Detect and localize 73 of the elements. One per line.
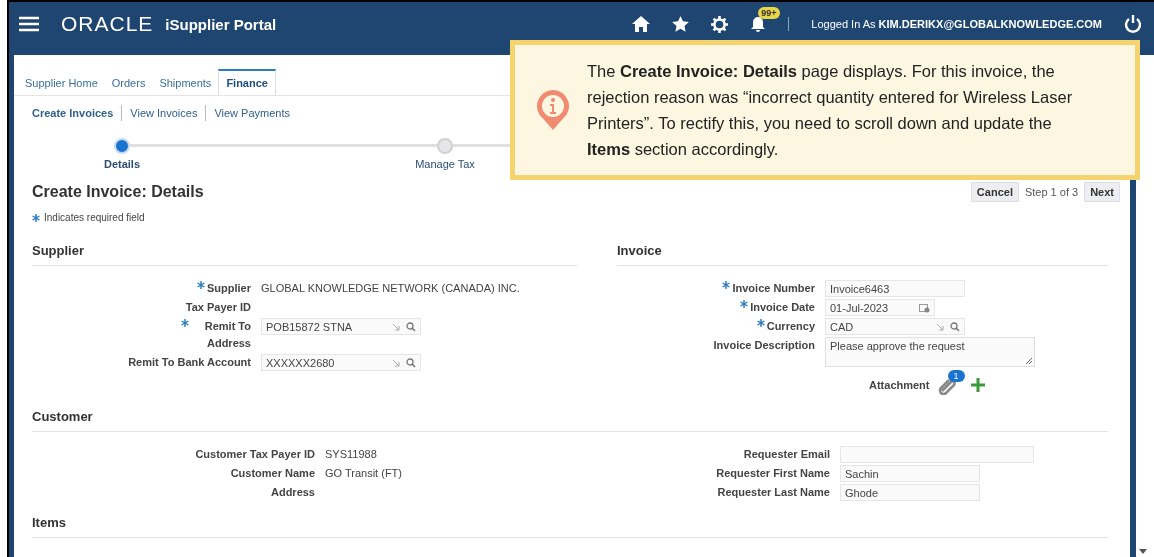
menu-icon[interactable] bbox=[19, 16, 39, 32]
field-label: Currency bbox=[766, 319, 815, 334]
nav-tab[interactable]: Finance bbox=[218, 69, 276, 95]
field-label: Customer Name bbox=[230, 466, 315, 481]
field-label: Supplier bbox=[207, 281, 251, 296]
star-icon[interactable] bbox=[672, 16, 690, 32]
required-note: Indicates required field bbox=[44, 212, 145, 223]
field-value: GO Transit (FT) bbox=[325, 466, 402, 481]
callout-text: The Create Invoice: Details page displays. For this invoice, the rejection reason was “incorrect quantity entered for Wireless Laser Printers”. To rectify this, you need to scroll down and update the Items section accordingly. bbox=[587, 61, 1074, 160]
field-label: Tax Payer ID bbox=[185, 300, 251, 315]
next-button[interactable]: Next bbox=[1084, 182, 1120, 202]
section-heading: Invoice bbox=[617, 243, 1108, 266]
field-label: Invoice Number bbox=[732, 281, 815, 296]
date-field[interactable]: 01-Jul-2023 bbox=[825, 299, 935, 316]
required-icon bbox=[740, 300, 749, 308]
step-dot[interactable] bbox=[437, 138, 453, 154]
app-title: iSupplier Portal bbox=[165, 16, 277, 33]
sub-tab[interactable]: Create Invoices bbox=[24, 107, 122, 119]
sub-tab[interactable]: View Payments bbox=[206, 107, 298, 119]
input-field[interactable]: CAD bbox=[825, 318, 965, 335]
field-label: Address bbox=[270, 485, 315, 500]
input-field[interactable]: Invoice6463 bbox=[825, 280, 965, 297]
input-field[interactable] bbox=[840, 446, 1034, 463]
field-label: Requester Email bbox=[743, 447, 830, 462]
sub-tab[interactable]: View Invoices bbox=[122, 107, 206, 119]
nav-tab[interactable]: Orders bbox=[104, 69, 153, 95]
bell-icon[interactable] bbox=[750, 15, 767, 33]
power-icon[interactable] bbox=[1124, 15, 1142, 33]
search-icon[interactable] bbox=[406, 321, 416, 332]
field-value: SYS11988 bbox=[325, 447, 377, 462]
add-icon[interactable] bbox=[969, 377, 986, 393]
required-icon bbox=[181, 319, 189, 327]
resize-icon[interactable] bbox=[1025, 357, 1032, 364]
info-icon bbox=[535, 88, 571, 132]
page-title: Create Invoice: Details bbox=[32, 183, 204, 201]
step-indicator: Step 1 of 3 bbox=[1024, 186, 1079, 198]
step-label: Manage Tax bbox=[415, 158, 475, 170]
search-icon[interactable] bbox=[406, 357, 416, 368]
section-heading: Supplier bbox=[32, 243, 577, 266]
required-icon bbox=[756, 319, 765, 327]
input-field[interactable]: POB15872 STNA bbox=[261, 318, 421, 335]
field-label: Remit To Bank Account bbox=[128, 355, 251, 370]
logo: ORACLE bbox=[61, 12, 154, 36]
field-label: Attachment bbox=[869, 377, 930, 393]
field-label: Requester Last Name bbox=[717, 485, 830, 500]
field-label: Invoice Date bbox=[750, 300, 815, 315]
attachment-count: 1 bbox=[947, 370, 965, 382]
section-heading: Customer bbox=[32, 409, 1108, 432]
search-icon[interactable] bbox=[950, 321, 960, 332]
nav-tab[interactable]: Supplier Home bbox=[18, 69, 105, 95]
input-field[interactable]: XXXXXX2680 bbox=[261, 354, 421, 371]
required-icon bbox=[32, 214, 40, 222]
scroll-down-icon[interactable] bbox=[1139, 549, 1147, 554]
required-icon bbox=[197, 281, 205, 289]
nav-tab[interactable]: Shipments bbox=[152, 69, 219, 95]
textarea-field[interactable]: Please approve the request bbox=[825, 337, 1035, 367]
field-label: Customer Tax Payer ID bbox=[195, 447, 315, 462]
logged-in-text: Logged In As KIM.DERIKX@GLOBALKNOWLEDGE.COM bbox=[811, 18, 1102, 30]
calendar-icon[interactable] bbox=[919, 302, 930, 313]
required-icon bbox=[722, 281, 731, 289]
field-label: Invoice Description bbox=[713, 338, 815, 353]
input-field[interactable]: Sachin bbox=[840, 465, 980, 482]
input-field[interactable]: Ghode bbox=[840, 484, 980, 501]
notification-badge: 99+ bbox=[758, 6, 780, 19]
field-value: GLOBAL KNOWLEDGE NETWORK (CANADA) INC. bbox=[261, 281, 520, 296]
home-icon[interactable] bbox=[632, 16, 651, 32]
cancel-button[interactable]: Cancel bbox=[970, 182, 1019, 202]
step-dot[interactable] bbox=[114, 138, 130, 154]
section-heading: Items bbox=[32, 515, 1108, 538]
settings-icon[interactable] bbox=[711, 15, 729, 33]
field-label: Requester First Name bbox=[716, 466, 830, 481]
step-label: Details bbox=[103, 158, 141, 170]
field-label: Remit To Address bbox=[203, 319, 251, 351]
